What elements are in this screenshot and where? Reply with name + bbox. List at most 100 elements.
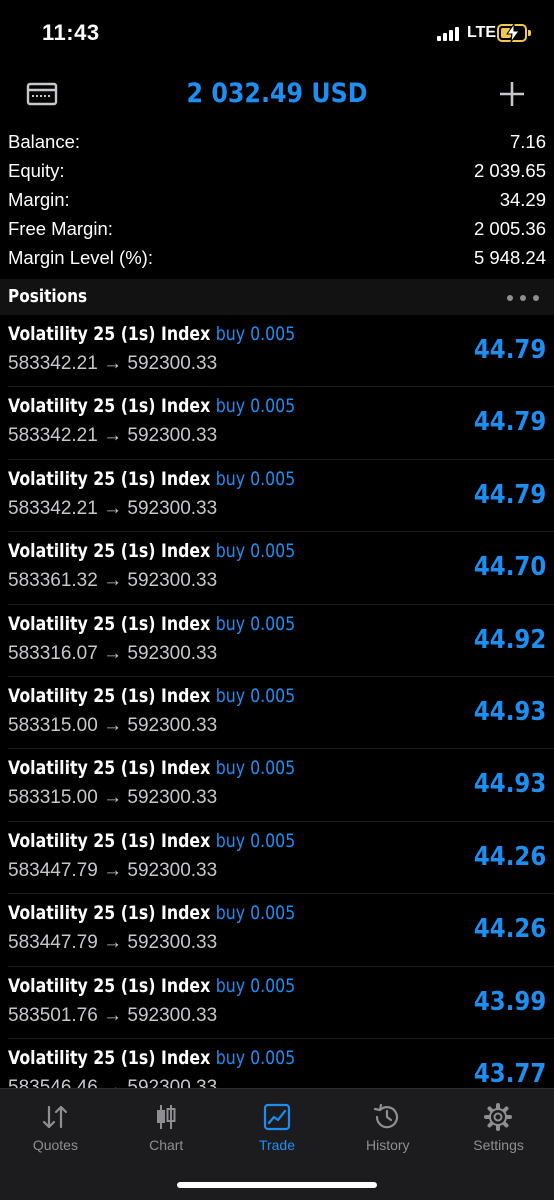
position-symbol: Volatility 25 (1s) Index <box>8 540 211 563</box>
position-side: buy 0.005 <box>215 540 296 563</box>
position-row[interactable]: Volatility 25 (1s) Index buy 0.005 58334… <box>0 315 554 388</box>
position-symbol: Volatility 25 (1s) Index <box>8 902 211 925</box>
account-balance-title: 2 032.49 USD <box>186 78 368 109</box>
equity-value: 2 039.65 <box>473 160 546 181</box>
position-row[interactable]: Volatility 25 (1s) Index buy 0.005 58331… <box>0 677 554 750</box>
position-profit: 43.99 <box>473 986 546 1017</box>
equity-row: Equity: 2 039.65 <box>0 157 554 186</box>
home-indicator <box>177 1182 377 1188</box>
position-row[interactable]: Volatility 25 (1s) Index buy 0.005 58354… <box>0 1039 554 1088</box>
battery-icon <box>497 24 527 42</box>
position-prices: 583501.76 → 592300.33 <box>8 1004 218 1026</box>
position-row[interactable]: Volatility 25 (1s) Index buy 0.005 58331… <box>0 749 554 822</box>
tab-chart[interactable]: Chart <box>111 1089 222 1163</box>
account-summary: Balance: 7.16 Equity: 2 039.65 Margin: 3… <box>0 128 554 273</box>
balance-value: 7.16 <box>509 131 546 152</box>
tab-settings[interactable]: Settings <box>443 1089 554 1163</box>
add-icon[interactable] <box>496 78 528 110</box>
tab-history[interactable]: History <box>332 1089 443 1163</box>
positions-header: Positions <box>0 279 554 315</box>
position-row[interactable]: Volatility 25 (1s) Index buy 0.005 58334… <box>0 387 554 460</box>
candlestick-chart-icon <box>156 1105 176 1129</box>
tab-trade[interactable]: Trade <box>222 1089 333 1163</box>
position-prices: 583342.21 → 592300.33 <box>8 425 218 447</box>
position-row[interactable]: Volatility 25 (1s) Index buy 0.005 58331… <box>0 605 554 677</box>
position-row[interactable]: Volatility 25 (1s) Index buy 0.005 58350… <box>0 967 554 1039</box>
position-prices: 583315.00 → 592300.33 <box>8 714 218 736</box>
position-side: buy 0.005 <box>215 757 296 780</box>
gear-icon <box>484 1103 513 1131</box>
position-prices: 583361.32 → 592300.33 <box>8 570 218 592</box>
position-row[interactable]: Volatility 25 (1s) Index buy 0.005 58344… <box>0 894 554 967</box>
position-side: buy 0.005 <box>215 974 296 997</box>
position-side: buy 0.005 <box>215 323 296 345</box>
position-profit: 44.70 <box>473 552 546 583</box>
quotes-icon <box>42 1105 68 1129</box>
status-bar: 11:43 LTE <box>0 0 554 70</box>
tab-trade-label: Trade <box>258 1137 296 1153</box>
position-prices: 583447.79 → 592300.33 <box>8 859 218 881</box>
free-margin-label: Free Margin: <box>8 218 113 239</box>
position-row[interactable]: Volatility 25 (1s) Index buy 0.005 58336… <box>0 532 554 605</box>
history-icon <box>374 1103 399 1129</box>
position-symbol: Volatility 25 (1s) Index <box>8 323 211 345</box>
margin-level-label: Margin Level (%): <box>8 247 153 268</box>
position-side: buy 0.005 <box>215 829 296 852</box>
position-side: buy 0.005 <box>215 1046 296 1069</box>
trade-chart-icon <box>263 1103 290 1131</box>
margin-level-value: 5 948.24 <box>473 247 546 268</box>
margin-row: Margin: 34.29 <box>0 186 554 215</box>
tab-quotes[interactable]: Quotes <box>0 1089 111 1163</box>
margin-level-row: Margin Level (%): 5 948.24 <box>0 244 554 273</box>
position-profit: 44.93 <box>473 696 546 727</box>
free-margin-value: 2 005.36 <box>473 218 546 239</box>
position-profit: 44.92 <box>473 624 546 655</box>
balance-row: Balance: 7.16 <box>0 128 554 157</box>
position-symbol: Volatility 25 (1s) Index <box>8 974 211 997</box>
margin-label: Margin: <box>8 189 70 210</box>
equity-label: Equity: <box>8 160 65 181</box>
position-side: buy 0.005 <box>215 612 296 635</box>
position-symbol: Volatility 25 (1s) Index <box>8 467 211 490</box>
position-symbol: Volatility 25 (1s) Index <box>8 612 211 635</box>
free-margin-row: Free Margin: 2 005.36 <box>0 215 554 244</box>
position-profit: 43.77 <box>473 1058 546 1088</box>
position-profit: 44.79 <box>473 335 546 365</box>
status-time: 11:43 <box>42 20 100 45</box>
position-side: buy 0.005 <box>215 395 296 418</box>
network-type: LTE <box>467 24 497 41</box>
position-row[interactable]: Volatility 25 (1s) Index buy 0.005 58344… <box>0 822 554 895</box>
positions-list: Volatility 25 (1s) Index buy 0.005 58334… <box>0 315 554 1088</box>
position-prices: 583447.79 → 592300.33 <box>8 932 218 954</box>
position-symbol: Volatility 25 (1s) Index <box>8 1046 211 1069</box>
tab-history-label: History <box>366 1137 410 1153</box>
position-side: buy 0.005 <box>215 467 296 490</box>
position-symbol: Volatility 25 (1s) Index <box>8 757 211 780</box>
tab-chart-label: Chart <box>149 1137 184 1153</box>
position-profit: 44.79 <box>473 479 546 510</box>
position-symbol: Volatility 25 (1s) Index <box>8 395 211 418</box>
balance-label: Balance: <box>8 131 80 152</box>
position-row[interactable]: Volatility 25 (1s) Index buy 0.005 58334… <box>0 460 554 533</box>
position-symbol: Volatility 25 (1s) Index <box>8 684 211 707</box>
position-prices: 583315.00 → 592300.33 <box>8 787 218 809</box>
more-options-icon[interactable] <box>507 295 539 301</box>
position-profit: 44.26 <box>473 914 546 945</box>
battery-cap <box>528 30 531 36</box>
position-symbol: Volatility 25 (1s) Index <box>8 829 211 852</box>
position-side: buy 0.005 <box>215 902 296 925</box>
position-prices: 583546.46 → 592300.33 <box>8 1076 218 1088</box>
header: 2 032.49 USD <box>0 70 554 120</box>
margin-value: 34.29 <box>499 189 546 210</box>
position-profit: 44.26 <box>473 841 546 872</box>
cellular-signal-icon <box>437 27 461 41</box>
tab-quotes-label: Quotes <box>32 1137 78 1153</box>
position-side: buy 0.005 <box>215 684 296 707</box>
position-prices: 583342.21 → 592300.33 <box>8 353 218 374</box>
tab-settings-label: Settings <box>473 1137 524 1153</box>
position-prices: 583316.07 → 592300.33 <box>8 642 218 664</box>
position-profit: 44.93 <box>473 769 546 800</box>
position-profit: 44.79 <box>473 407 546 438</box>
position-prices: 583342.21 → 592300.33 <box>8 497 218 519</box>
positions-title: Positions <box>8 286 88 307</box>
